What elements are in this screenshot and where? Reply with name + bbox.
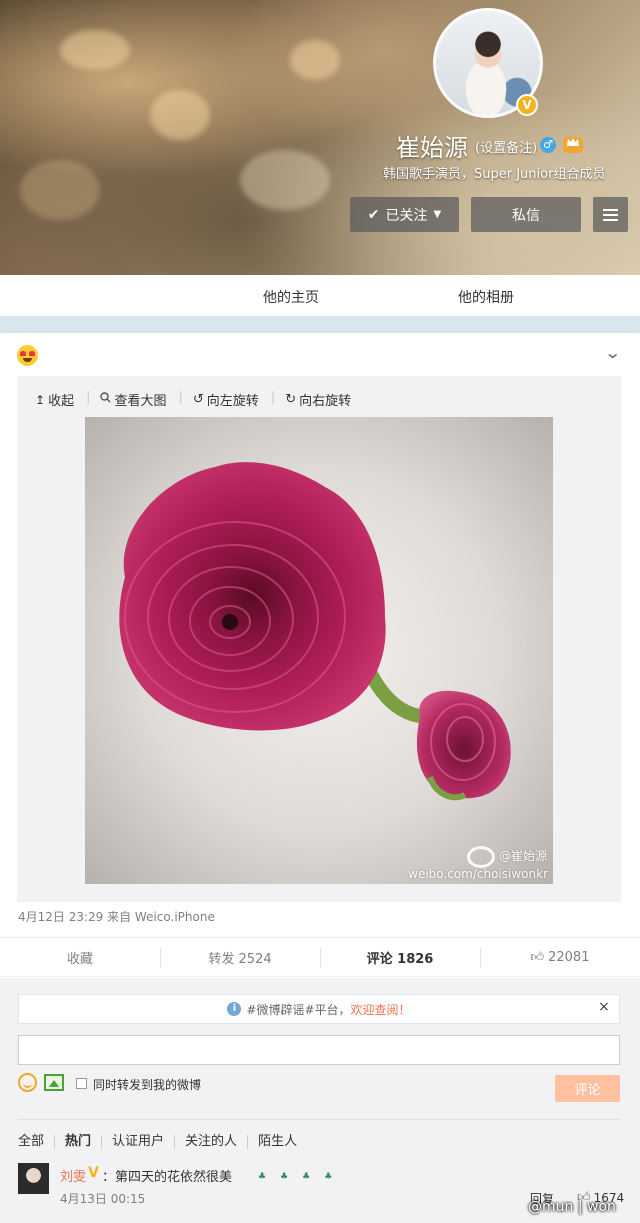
ranunculus-illustration	[119, 462, 511, 801]
menu-icon[interactable]	[593, 197, 628, 232]
post-meta: 4月12日 23:29 来自 Weico.iPhone	[18, 910, 215, 924]
filter-hot[interactable]: 热门	[65, 1135, 103, 1149]
divider: |	[270, 390, 276, 405]
photo-watermark-name: @崔始源	[498, 849, 547, 863]
divider: |	[178, 390, 183, 405]
following-label: 已关注	[385, 207, 428, 224]
verified-badge-icon: V	[516, 94, 538, 116]
weibo-logo-icon	[467, 846, 495, 868]
heart-eyes-emoji-icon	[17, 345, 38, 366]
rumor-notice: i #微博辟谣#平台， 欢迎查阅！	[18, 994, 620, 1024]
close-icon[interactable]: ×	[598, 999, 610, 1015]
set-remark-link[interactable]: (设置备注)	[475, 137, 537, 156]
profile-name: 崔始源	[396, 134, 468, 162]
tab-home[interactable]: 他的主页	[263, 287, 319, 307]
filter-strangers[interactable]: 陌生人	[258, 1135, 307, 1149]
rotate-left-button[interactable]: ↺ 向左旋转	[193, 390, 271, 409]
thumb-up-icon: 👍︎	[530, 949, 545, 965]
like-button[interactable]: 👍︎ 22081	[480, 938, 640, 976]
collapse-label: 收起	[48, 394, 75, 409]
leaf-emoji-icon: ♣♣♣♣	[258, 1172, 347, 1182]
message-button[interactable]: 私信	[471, 197, 581, 232]
post-action-bar: 收藏 转发 2524 评论 1826 👍︎ 22081	[0, 937, 640, 977]
like-count: 22081	[548, 949, 590, 965]
rotate-right-label: 向右旋转	[299, 394, 352, 409]
search-icon	[100, 392, 111, 407]
repost-checkbox[interactable]	[76, 1078, 87, 1089]
photo-watermark-url: weibo.com/choisiwonkr	[408, 867, 548, 881]
filter-all[interactable]: 全部	[18, 1135, 56, 1149]
chevron-down-icon[interactable]: ⌄	[604, 343, 621, 362]
filter-following[interactable]: 关注的人	[185, 1135, 249, 1149]
credit-watermark: @mun | won	[528, 1199, 616, 1215]
collapse-button[interactable]: ↥ 收起	[35, 390, 86, 410]
repost-button[interactable]: 转发 2524	[160, 938, 320, 976]
comment-text: ：第四天的花依然很美	[102, 1170, 233, 1185]
notice-text: #微博辟谣#平台，	[246, 1002, 351, 1017]
favorite-button[interactable]: 收藏	[0, 938, 160, 976]
notice-link[interactable]: 欢迎查阅！	[351, 1001, 411, 1018]
collapse-icon: ↥	[35, 392, 46, 407]
info-icon: i	[227, 1002, 242, 1016]
avatar[interactable]	[18, 1163, 49, 1194]
check-icon: ✔	[367, 206, 380, 223]
rotate-left-label: 向左旋转	[206, 394, 259, 409]
profile-tabbar: 他的主页 他的相册	[0, 275, 640, 317]
male-icon: ♂	[540, 137, 556, 153]
image-icon[interactable]	[44, 1074, 64, 1091]
rotate-left-icon: ↺	[192, 392, 204, 407]
vip-icon[interactable]	[563, 137, 583, 153]
comment-user[interactable]: 刘雯	[60, 1166, 86, 1185]
following-button[interactable]: ✔ 已关注 ▼	[350, 197, 459, 232]
media-toolbar: ↥ 收起 | 查看大图 | ↺ 向左旋转 | ↻ 向右旋转	[35, 390, 363, 409]
comment-input[interactable]	[18, 1035, 620, 1065]
rotate-right-button[interactable]: ↻ 向右旋转	[285, 390, 363, 409]
post-photo[interactable]: @崔始源 weibo.com/choisiwonkr	[85, 417, 553, 884]
profile-intro: 韩国歌手演员，Super Junior组合成员	[383, 167, 606, 182]
view-large-label: 查看大图	[114, 394, 167, 409]
divider: |	[86, 390, 91, 405]
filter-verified[interactable]: 认证用户	[112, 1135, 176, 1149]
repost-checkbox-label[interactable]: 同时转发到我的微博	[93, 1076, 201, 1093]
tab-album[interactable]: 他的相册	[458, 287, 514, 307]
submit-comment-button[interactable]: 评论	[555, 1075, 620, 1102]
view-large-button[interactable]: 查看大图	[100, 390, 178, 409]
emoji-icon[interactable]	[18, 1073, 37, 1092]
rotate-right-icon: ↻	[285, 392, 297, 407]
comment-filter-row: 全部 热门 认证用户 关注的人 陌生人	[18, 1119, 620, 1149]
comment-time: 4月13日 00:15	[60, 1192, 146, 1206]
comment-button[interactable]: 评论 1826	[320, 938, 480, 976]
verified-icon: V	[88, 1165, 99, 1181]
caret-down-icon: ▼	[433, 209, 442, 220]
